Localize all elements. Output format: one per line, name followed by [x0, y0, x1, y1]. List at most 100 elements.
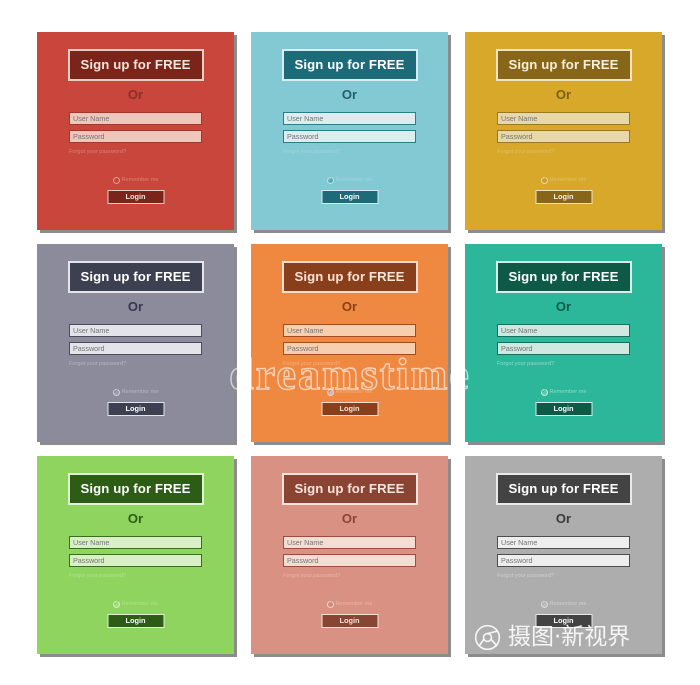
- remember-me-radio[interactable]: [112, 176, 120, 184]
- signup-button[interactable]: Sign up for FREE: [495, 49, 632, 81]
- remember-me-row[interactable]: ✔ Remember me: [251, 176, 448, 184]
- check-icon: ✔: [327, 177, 333, 183]
- login-button[interactable]: Login: [321, 190, 378, 204]
- username-input[interactable]: [283, 324, 416, 337]
- remember-me-row[interactable]: ✔ Remember me: [37, 388, 234, 396]
- forgot-password-link[interactable]: Forgot your password?: [69, 360, 202, 368]
- password-input[interactable]: [497, 342, 630, 355]
- forgot-password-link[interactable]: Forgot your password?: [497, 572, 630, 580]
- remember-me-radio[interactable]: ✔: [112, 388, 120, 396]
- remember-me-radio[interactable]: ✔: [326, 176, 334, 184]
- or-divider-label: Or: [127, 299, 144, 314]
- login-card-body: Sign up for FREE Or Forgot your password? ✔…: [251, 244, 448, 442]
- signup-button[interactable]: Sign up for FREE: [495, 473, 632, 505]
- remember-me-row[interactable]: Remember me: [37, 176, 234, 184]
- signup-button[interactable]: Sign up for FREE: [281, 261, 418, 293]
- password-input[interactable]: [283, 130, 416, 143]
- check-icon: [114, 178, 119, 183]
- remember-me-label: Remember me: [549, 177, 587, 183]
- username-input[interactable]: [497, 536, 630, 549]
- remember-me-row[interactable]: ✔ Remember me: [251, 388, 448, 396]
- signup-button-wrap: Sign up for FREE: [281, 49, 418, 81]
- login-card-body: Sign up for FREE Or Forgot your password? R…: [37, 32, 234, 230]
- username-input[interactable]: [69, 112, 202, 125]
- remember-me-radio[interactable]: ✔: [540, 388, 548, 396]
- remember-me-radio[interactable]: ✔: [326, 388, 334, 396]
- credentials-fields: Forgot your password?: [283, 536, 416, 580]
- forgot-password-link[interactable]: Forgot your password?: [283, 360, 416, 368]
- forgot-password-link[interactable]: Forgot your password?: [69, 148, 202, 156]
- password-input[interactable]: [69, 130, 202, 143]
- password-input[interactable]: [69, 342, 202, 355]
- signup-button[interactable]: Sign up for FREE: [67, 261, 204, 293]
- signup-button[interactable]: Sign up for FREE: [67, 473, 204, 505]
- login-card-green: Sign up for FREE Or Forgot your password? ✔…: [37, 456, 234, 654]
- login-card-red: Sign up for FREE Or Forgot your password? R…: [37, 32, 234, 230]
- login-button-wrap: Login: [535, 190, 592, 204]
- signup-button[interactable]: Sign up for FREE: [281, 49, 418, 81]
- remember-me-row[interactable]: ✔ Remember me: [465, 176, 662, 184]
- forgot-password-link[interactable]: Forgot your password?: [283, 572, 416, 580]
- forgot-password-link[interactable]: Forgot your password?: [283, 148, 416, 156]
- signup-button-wrap: Sign up for FREE: [495, 49, 632, 81]
- remember-me-row[interactable]: ✔ Remember me: [37, 600, 234, 608]
- forgot-password-link[interactable]: Forgot your password?: [69, 572, 202, 580]
- username-input[interactable]: [283, 112, 416, 125]
- credentials-fields: Forgot your password?: [69, 536, 202, 580]
- password-input[interactable]: [497, 554, 630, 567]
- remember-me-label: Remember me: [121, 601, 159, 607]
- remember-me-radio[interactable]: ✔: [540, 176, 548, 184]
- signup-button-label: Sign up for FREE: [508, 481, 619, 496]
- login-button[interactable]: Login: [535, 614, 592, 628]
- login-button[interactable]: Login: [321, 614, 378, 628]
- remember-me-row[interactable]: ✔ Remember me: [465, 600, 662, 608]
- signup-button[interactable]: Sign up for FREE: [67, 49, 204, 81]
- credentials-fields: Forgot your password?: [497, 112, 630, 156]
- username-input[interactable]: [283, 536, 416, 549]
- login-card-body: Sign up for FREE Or Forgot your password? ✔…: [251, 32, 448, 230]
- password-input[interactable]: [497, 130, 630, 143]
- login-button-label: Login: [125, 616, 146, 625]
- username-input[interactable]: [497, 112, 630, 125]
- username-input[interactable]: [497, 324, 630, 337]
- login-card-orange: Sign up for FREE Or Forgot your password? ✔…: [251, 244, 448, 442]
- login-button[interactable]: Login: [321, 402, 378, 416]
- remember-me-row[interactable]: ✔ Remember me: [251, 600, 448, 608]
- password-input[interactable]: [283, 554, 416, 567]
- signup-button[interactable]: Sign up for FREE: [281, 473, 418, 505]
- password-input[interactable]: [69, 554, 202, 567]
- login-button-wrap: Login: [321, 614, 378, 628]
- signup-button-label: Sign up for FREE: [80, 269, 191, 284]
- login-button-wrap: Login: [321, 190, 378, 204]
- check-icon: ✔: [113, 601, 119, 607]
- or-divider-label: Or: [555, 511, 572, 526]
- username-input[interactable]: [69, 324, 202, 337]
- check-icon: ✔: [541, 389, 547, 395]
- login-button-label: Login: [553, 404, 574, 413]
- username-input[interactable]: [69, 536, 202, 549]
- remember-me-label: Remember me: [335, 601, 373, 607]
- login-button[interactable]: Login: [107, 190, 164, 204]
- remember-me-radio[interactable]: ✔: [112, 600, 120, 608]
- remember-me-radio[interactable]: ✔: [326, 600, 334, 608]
- password-input[interactable]: [283, 342, 416, 355]
- forgot-password-link[interactable]: Forgot your password?: [497, 148, 630, 156]
- signup-button-label: Sign up for FREE: [294, 269, 405, 284]
- signup-button-label: Sign up for FREE: [294, 481, 405, 496]
- remember-me-label: Remember me: [121, 177, 159, 183]
- remember-me-label: Remember me: [121, 389, 159, 395]
- login-button-wrap: Login: [321, 402, 378, 416]
- forgot-password-link[interactable]: Forgot your password?: [497, 360, 630, 368]
- login-button[interactable]: Login: [107, 402, 164, 416]
- remember-me-row[interactable]: ✔ Remember me: [465, 388, 662, 396]
- check-icon: ✔: [327, 389, 333, 395]
- login-button[interactable]: Login: [107, 614, 164, 628]
- login-button[interactable]: Login: [535, 190, 592, 204]
- login-button-label: Login: [339, 192, 360, 201]
- remember-me-radio[interactable]: ✔: [540, 600, 548, 608]
- signup-button-wrap: Sign up for FREE: [495, 261, 632, 293]
- signup-button[interactable]: Sign up for FREE: [495, 261, 632, 293]
- remember-me-label: Remember me: [549, 389, 587, 395]
- login-button-label: Login: [553, 616, 574, 625]
- login-button[interactable]: Login: [535, 402, 592, 416]
